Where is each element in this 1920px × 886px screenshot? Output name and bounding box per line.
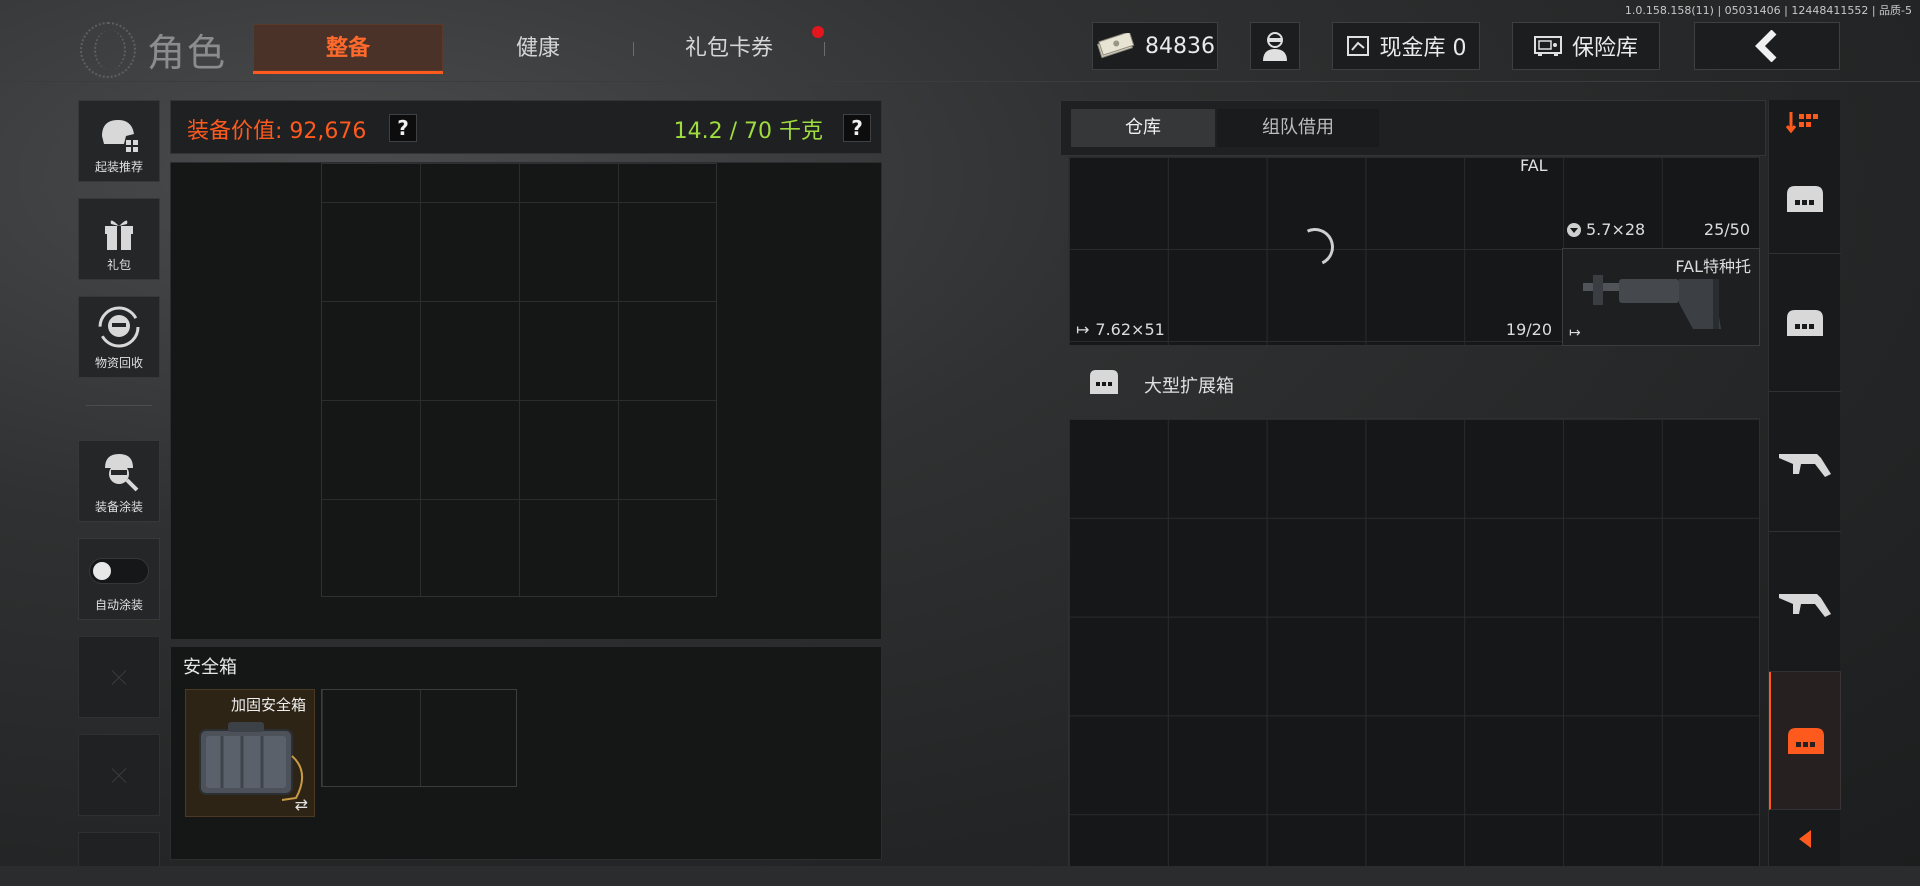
empty-slot [78,636,160,718]
ammo-type-icon [1567,222,1581,237]
weight-display: 14.2 / 70 千克 [673,119,823,144]
crate-icon [1787,727,1824,754]
weight-help-button[interactable]: ? [843,114,871,142]
safe-icon [1533,36,1562,56]
back-arrow-icon [1755,30,1777,62]
ammo-info: ↦ 7.62×51 [1076,320,1165,339]
expansion-grid[interactable] [1068,418,1760,868]
soldier-paint-icon [105,454,139,492]
safe-vault-label: 保险库 [1571,36,1638,61]
sidebar-item-label: 物资回收 [94,356,143,370]
gift-button[interactable]: 礼包 [78,198,160,280]
ammo-count: 19/20 [1505,320,1552,339]
loading-spinner-icon [1290,222,1340,272]
ammo-count: 25/50 [1703,220,1750,239]
safebox-slots[interactable] [321,689,517,787]
version-text: 1.0.158.158(11) | 05031406 | 12448411552… [1624,4,1912,17]
page-title: 角色 [147,31,228,75]
safebox-panel: 安全箱 加固安全箱 ⇄ [170,646,882,860]
fal-item-name: FAL [1520,156,1548,175]
strip-rifle-2[interactable] [1769,532,1841,672]
rifle-icon [1779,593,1831,617]
ammo-link-icon: ↦ [1076,320,1090,339]
toggle-knob [93,562,111,580]
storage-category-strip [1768,100,1841,868]
tab-warehouse[interactable]: 仓库 [1071,109,1215,147]
reinforced-safebox-item[interactable]: 加固安全箱 ⇄ [185,689,315,817]
tab-divider [824,42,825,56]
sidebar-item-label: 装备涂装 [94,500,143,514]
sort-button[interactable] [1769,100,1841,144]
fal-stock-item[interactable]: FAL特种托 ↦ [1562,248,1760,346]
operator-button[interactable] [1250,22,1300,70]
operator-icon [1263,32,1287,61]
sidebar-item-label: 自动涂装 [94,598,143,612]
equipment-value: 装备价值: 92,676 [187,119,367,144]
tab-health[interactable]: 健康 [443,24,633,74]
item-name: 加固安全箱 [230,696,306,714]
recycle-button[interactable]: 物资回收 [78,296,160,378]
ammo-link-icon: ↦ [1569,325,1581,341]
sort-icon [1785,112,1818,134]
tab-equipment[interactable]: 整备 [253,24,443,74]
tab-gift-vouchers[interactable]: 礼包卡券 [634,24,824,74]
equipment-grid-panel [170,162,882,640]
auto-paint-button[interactable]: 自动涂装 [78,538,160,620]
expansion-box-label: 大型扩展箱 [1144,376,1234,397]
collapse-arrow-icon [1799,830,1811,848]
collapse-strip-button[interactable] [1769,810,1841,868]
storage-header: 仓库 组队借用 [1060,100,1766,156]
tab-team-borrow[interactable]: 组队借用 [1217,109,1379,147]
vault-card-icon [1346,36,1369,56]
cash-vault-label: 现金库 0 [1379,36,1467,61]
notification-badge [812,26,824,38]
cash-stack-icon [1096,33,1135,59]
rifle-icon [1779,453,1831,477]
currency-amount: 84836 [1145,33,1215,59]
auto-paint-toggle[interactable] [89,558,149,584]
empty-slot [78,734,160,816]
ammo-57-item[interactable]: 5.7×28 25/50 [1562,210,1760,246]
safebox-title: 安全箱 [183,657,237,678]
safebox-case-icon [199,722,303,801]
safe-vault-button[interactable]: 保险库 [1512,22,1660,70]
strip-rifle-1[interactable] [1769,392,1841,532]
backpack-grid[interactable] [321,163,717,597]
crate-icon [1787,185,1823,212]
fal-rifle-item[interactable]: ↦ 7.62×51 19/20 [1068,156,1562,346]
equipment-value-help-button[interactable]: ? [389,114,417,142]
currency-display[interactable]: 84836 [1092,22,1218,70]
sidebar-item-label: 礼包 [106,258,131,272]
swap-icon[interactable]: ⇄ [295,795,308,814]
crate-icon [1090,370,1118,394]
helmet-grid-icon [102,120,138,152]
rifle-stock-icon [1583,275,1721,329]
strip-crate-active[interactable] [1769,672,1841,810]
strip-crate-2[interactable] [1769,254,1841,392]
bottom-edge [0,866,1920,886]
equipment-paint-button[interactable]: 装备涂装 [78,440,160,522]
cash-vault-button[interactable]: 现金库 0 [1332,22,1480,70]
expansion-box-header[interactable]: 大型扩展箱 [1068,356,1760,408]
ammo-caliber: 7.62×51 [1095,320,1165,339]
strip-crate-1[interactable] [1769,144,1841,254]
ammo-caliber: 5.7×28 [1586,220,1646,239]
back-button[interactable] [1694,22,1840,70]
gift-icon [105,220,133,250]
ammo-info: 5.7×28 [1566,220,1645,239]
sidebar-item-label: 起装推荐 [94,160,143,174]
equipment-header: 装备价值: 92,676 ? 14.2 / 70 千克 ? [170,100,882,154]
loadout-recommend-button[interactable]: 起装推荐 [78,100,160,182]
recycle-face-icon [98,306,140,348]
crate-icon [1787,309,1823,336]
sidebar-divider [86,405,152,406]
top-bar: 角色 整备 健康 礼包卡券 84836 现金库 0 保险库 1.0.158.15… [0,0,1920,82]
globe-logo-icon [80,22,136,78]
